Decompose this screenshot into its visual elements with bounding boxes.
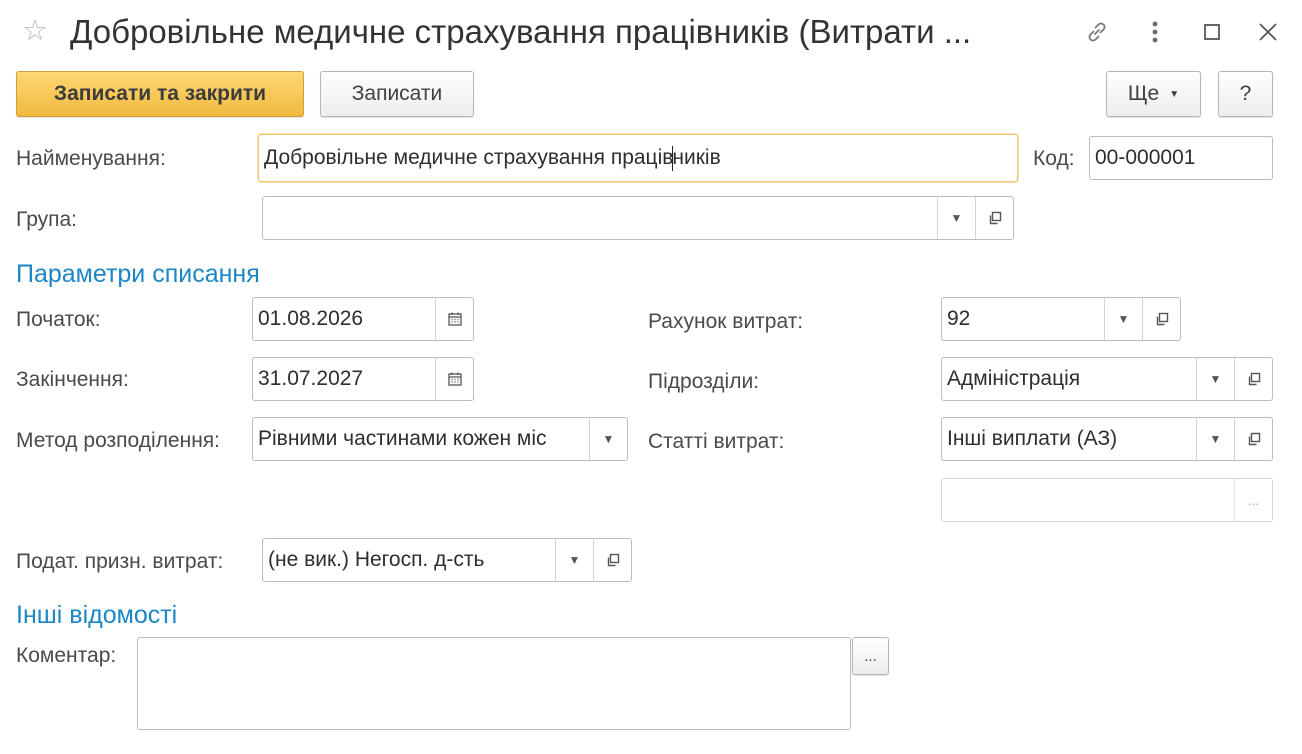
comment-textarea[interactable] — [137, 637, 851, 730]
link-icon[interactable] — [1082, 17, 1112, 47]
method-value[interactable]: Рівними частинами кожен міс — [253, 418, 589, 460]
name-value-part2: ників — [672, 146, 721, 169]
expense-analytics-field: ... — [941, 478, 1273, 522]
account-field[interactable]: 92 ▼ — [941, 297, 1181, 341]
star-icon[interactable]: ☆ — [22, 16, 52, 46]
code-value[interactable]: 00-000001 — [1090, 137, 1272, 179]
group-field[interactable]: ▼ — [262, 196, 1014, 240]
open-icon[interactable] — [1234, 358, 1272, 400]
name-value[interactable]: Добровільне медичне страхування праців ни… — [259, 135, 1017, 181]
ellipsis-button: ... — [1234, 479, 1272, 521]
method-field[interactable]: Рівними частинами кожен міс ▼ — [252, 417, 628, 461]
dropdown-arrow-icon[interactable]: ▼ — [1196, 358, 1234, 400]
open-icon[interactable] — [593, 539, 631, 581]
maximize-icon[interactable] — [1197, 17, 1227, 47]
start-date-field[interactable]: 01.08.2026 — [252, 297, 474, 341]
dropdown-arrow-icon[interactable]: ▼ — [937, 197, 975, 239]
account-label: Рахунок витрат: — [648, 310, 804, 333]
tax-label: Подат. призн. витрат: — [16, 550, 224, 573]
method-label: Метод розподілення: — [16, 429, 220, 452]
open-icon[interactable] — [975, 197, 1013, 239]
end-date-field[interactable]: 31.07.2027 — [252, 357, 474, 401]
close-icon[interactable] — [1253, 17, 1283, 47]
group-label: Група: — [16, 208, 78, 231]
save-and-close-button[interactable]: Записати та закрити — [16, 71, 304, 117]
expense-item-field[interactable]: Інші виплати (АЗ) ▼ — [941, 417, 1273, 461]
end-date-value[interactable]: 31.07.2027 — [253, 358, 435, 400]
dropdown-arrow-icon[interactable]: ▼ — [589, 418, 627, 460]
name-value-part1: Добровільне медичне страхування праців — [264, 146, 674, 169]
group-value[interactable] — [263, 197, 937, 239]
tax-field[interactable]: (не вик.) Негосп. д-сть ▼ — [262, 538, 632, 582]
division-field[interactable]: Адміністрація ▼ — [941, 357, 1273, 401]
calendar-icon[interactable] — [435, 298, 473, 340]
save-button[interactable]: Записати — [320, 71, 474, 117]
more-actions-label: Ще — [1127, 82, 1160, 105]
expense-item-label: Статті витрат: — [648, 430, 785, 453]
account-value[interactable]: 92 — [942, 298, 1104, 340]
expense-analytics-value — [942, 479, 1234, 521]
dropdown-arrow-icon[interactable]: ▼ — [1104, 298, 1142, 340]
dropdown-arrow-icon[interactable]: ▼ — [555, 539, 593, 581]
comment-ellipsis-button[interactable]: ... — [852, 637, 889, 675]
ellipsis-label: ... — [1247, 492, 1260, 508]
calendar-icon[interactable] — [435, 358, 473, 400]
more-actions-button[interactable]: Ще ▼ — [1106, 71, 1201, 117]
expense-item-value[interactable]: Інші виплати (АЗ) — [942, 418, 1196, 460]
division-value[interactable]: Адміністрація — [942, 358, 1196, 400]
tax-value[interactable]: (не вик.) Негосп. д-сть — [263, 539, 555, 581]
comment-value[interactable] — [138, 638, 850, 729]
open-icon[interactable] — [1142, 298, 1180, 340]
start-date-value[interactable]: 01.08.2026 — [253, 298, 435, 340]
section-other-title: Інші відомості — [16, 601, 178, 629]
end-label: Закінчення: — [16, 368, 129, 391]
code-label: Код: — [1033, 147, 1075, 170]
more-icon[interactable] — [1140, 17, 1170, 47]
code-field[interactable]: 00-000001 — [1089, 136, 1273, 180]
section-writeoff-title: Параметри списання — [16, 260, 260, 288]
chevron-down-icon: ▼ — [1169, 88, 1180, 100]
help-button[interactable]: ? — [1218, 71, 1273, 117]
name-field[interactable]: Добровільне медичне страхування праців ни… — [258, 134, 1018, 182]
open-icon[interactable] — [1234, 418, 1272, 460]
division-label: Підрозділи: — [648, 370, 760, 393]
name-label: Найменування: — [16, 147, 166, 170]
dropdown-arrow-icon[interactable]: ▼ — [1196, 418, 1234, 460]
start-label: Початок: — [16, 308, 101, 331]
window-title: Добровільне медичне страхування працівни… — [70, 13, 972, 50]
comment-label: Коментар: — [16, 644, 117, 667]
